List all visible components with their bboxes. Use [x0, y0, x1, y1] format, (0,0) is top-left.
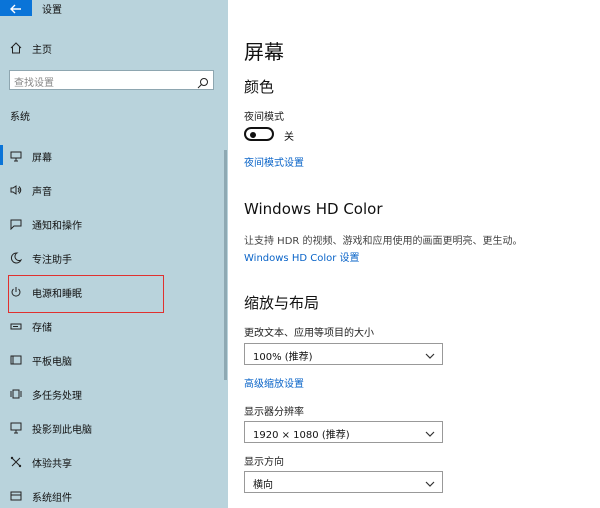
sidebar-item-tablet[interactable]: 平板电脑	[8, 348, 208, 372]
back-button[interactable]	[0, 0, 32, 16]
project-icon	[8, 420, 24, 436]
sidebar-item-storage[interactable]: 存储	[8, 314, 208, 338]
sidebar: 设置 主页 查找设置 系统 屏幕 声音 通知和操作 专注助手 电源和睡眠 存储	[0, 0, 228, 508]
home-nav-item[interactable]: 主页	[8, 38, 208, 58]
scale-select[interactable]: 100% (推荐)	[244, 343, 443, 365]
search-input[interactable]: 查找设置	[14, 74, 54, 89]
color-section-heading: 颜色	[244, 78, 275, 96]
system-section-heading: 系统	[10, 112, 30, 123]
moon-icon	[8, 250, 24, 266]
search-box[interactable]: 查找设置	[9, 70, 214, 90]
scale-value: 100% (推荐)	[253, 352, 313, 363]
notification-icon	[8, 216, 24, 232]
home-label: 主页	[32, 44, 52, 56]
chevron-down-icon	[424, 475, 436, 487]
sidebar-item-label: 体验共享	[32, 458, 72, 470]
resolution-value: 1920 × 1080 (推荐)	[253, 430, 350, 441]
page-title: 屏幕	[244, 40, 284, 64]
sidebar-item-label: 声音	[32, 186, 52, 198]
monitor-icon	[8, 148, 24, 164]
toggle-knob	[250, 132, 256, 138]
sidebar-item-notifications[interactable]: 通知和操作	[8, 212, 208, 236]
night-mode-settings-link[interactable]: 夜间模式设置	[244, 154, 304, 169]
window-title: 设置	[42, 5, 62, 16]
advanced-scaling-link[interactable]: 高级缩放设置	[244, 375, 304, 390]
sidebar-item-system-components[interactable]: 系统组件	[8, 484, 208, 508]
sidebar-item-sound[interactable]: 声音	[8, 178, 208, 202]
scale-label: 更改文本、应用等项目的大小	[244, 328, 374, 339]
components-icon	[8, 488, 24, 504]
sidebar-item-label: 投影到此电脑	[32, 424, 92, 436]
hd-color-heading: Windows HD Color	[244, 200, 383, 218]
sidebar-item-label: 多任务处理	[32, 390, 82, 402]
chevron-down-icon	[424, 425, 436, 437]
title-bar: 设置	[0, 0, 228, 16]
resolution-select[interactable]: 1920 × 1080 (推荐)	[244, 421, 443, 443]
sidebar-item-display[interactable]: 屏幕	[8, 144, 208, 168]
hd-color-settings-link[interactable]: Windows HD Color 设置	[244, 249, 360, 264]
night-mode-state: 关	[284, 132, 294, 143]
resolution-label: 显示器分辨率	[244, 407, 304, 418]
sidebar-item-label: 存储	[32, 322, 52, 334]
sidebar-item-project[interactable]: 投影到此电脑	[8, 416, 208, 440]
sidebar-item-focus-assist[interactable]: 专注助手	[8, 246, 208, 270]
home-icon	[8, 40, 24, 56]
sidebar-item-label: 屏幕	[32, 152, 52, 164]
tablet-icon	[8, 352, 24, 368]
multitask-icon	[8, 386, 24, 402]
active-indicator	[0, 145, 3, 165]
hd-color-description: 让支持 HDR 的视频、游戏和应用使用的画面更明亮、更生动。	[244, 236, 523, 247]
orientation-select[interactable]: 横向	[244, 471, 443, 493]
chevron-down-icon	[424, 347, 436, 359]
orientation-label: 显示方向	[244, 457, 284, 468]
share-icon	[8, 454, 24, 470]
sidebar-scrollbar[interactable]	[224, 150, 227, 380]
search-icon[interactable]	[197, 74, 209, 89]
night-mode-label: 夜间模式	[244, 112, 284, 123]
arrow-left-icon	[10, 0, 22, 18]
scale-layout-heading: 缩放与布局	[244, 294, 320, 312]
sidebar-item-label: 专注助手	[32, 254, 72, 266]
sidebar-item-label: 平板电脑	[32, 356, 72, 368]
sidebar-item-label: 通知和操作	[32, 220, 82, 232]
storage-icon	[8, 318, 24, 334]
main-content: 屏幕 颜色 夜间模式 关 夜间模式设置 Windows HD Color 让支持…	[244, 0, 584, 508]
sidebar-item-label: 系统组件	[32, 492, 72, 504]
orientation-value: 横向	[253, 480, 273, 491]
sidebar-item-multitasking[interactable]: 多任务处理	[8, 382, 208, 406]
speaker-icon	[8, 182, 24, 198]
night-mode-toggle[interactable]	[244, 127, 274, 141]
highlight-box	[8, 275, 164, 313]
sidebar-item-shared-experiences[interactable]: 体验共享	[8, 450, 208, 474]
